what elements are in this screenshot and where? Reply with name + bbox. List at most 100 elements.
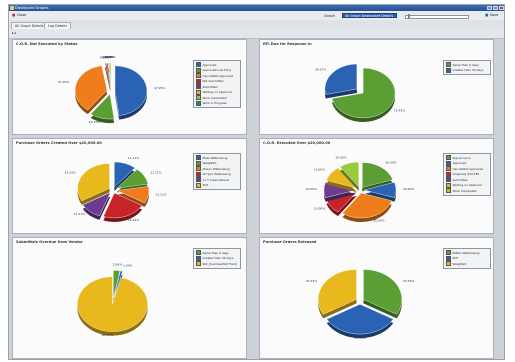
legend-item: Greater than 30 days bbox=[196, 255, 239, 262]
chart-legend: Same than 0 days Greater than 30 days Not_… bbox=[193, 248, 241, 269]
pie-data-label: 10.00% bbox=[314, 168, 326, 172]
pie-slice[interactable] bbox=[324, 63, 358, 95]
legend-swatch bbox=[446, 67, 451, 73]
pie-data-label: 33.33% bbox=[403, 279, 415, 283]
legend-item: SDT bbox=[196, 182, 239, 189]
slider-thumb[interactable] bbox=[408, 13, 410, 19]
pie-slice[interactable] bbox=[317, 269, 357, 315]
legend-label: Not_Overdue(Null Field) bbox=[202, 261, 237, 266]
graph-select[interactable]: All Graph Dashboard Details bbox=[342, 13, 397, 18]
legend-label: Cancel/Not Approved bbox=[452, 166, 484, 171]
legend-swatch bbox=[196, 100, 201, 106]
graph-label: Graph bbox=[324, 14, 336, 18]
legend-label: Weighfart bbox=[452, 261, 467, 266]
save-icon: ■ bbox=[485, 13, 489, 17]
pie-slice[interactable] bbox=[114, 65, 148, 116]
legend-item: Greater than 30 days bbox=[446, 67, 489, 74]
legend-swatch bbox=[446, 171, 451, 177]
legend-swatch bbox=[446, 177, 451, 183]
pie-data-label: 12.33% bbox=[89, 120, 101, 124]
legend-swatch bbox=[446, 160, 451, 166]
chart-panel-po-released: Purchase Orders Released 33.33% 33.33% 33.… bbox=[259, 237, 494, 359]
close-button[interactable]: ■ Close bbox=[12, 13, 26, 18]
legend-swatch bbox=[196, 95, 201, 101]
legend-swatch bbox=[196, 177, 201, 183]
legend-swatch bbox=[446, 188, 451, 194]
chart-legend: Approved Approved-Low Time Cancel/Not Appr… bbox=[193, 60, 241, 108]
chart-legend: Patten Waferswing SDT Weighfart bbox=[443, 248, 491, 269]
legend-label: Not Submitted bbox=[202, 79, 224, 84]
expand-icon: ▸ ▸ bbox=[12, 31, 17, 35]
legend-label: Work Completed bbox=[452, 188, 477, 193]
legend-label: Allison Waferswing bbox=[202, 166, 230, 171]
close-window-button[interactable] bbox=[499, 6, 504, 10]
legend-swatch bbox=[196, 67, 201, 73]
pie-data-label: 11.11% bbox=[155, 193, 167, 197]
legend-label: Same than 0 days bbox=[452, 62, 479, 67]
chart-panel-cor-not-executed: C.O.R. Not Executed by Status 47.95% 12.3… bbox=[12, 39, 247, 135]
minimize-button[interactable] bbox=[487, 6, 492, 10]
panel-title: Purchase Orders Released bbox=[263, 240, 317, 244]
legend-swatch bbox=[446, 155, 451, 161]
pie-chart: 33.33% 33.33% 33.33% bbox=[306, 269, 415, 340]
legend-swatch bbox=[446, 166, 451, 172]
legend-label: Work in Progress bbox=[202, 101, 227, 106]
legend-swatch bbox=[196, 182, 201, 188]
legend-swatch bbox=[196, 84, 201, 90]
pie-data-label: 10.00% bbox=[335, 156, 347, 160]
legend-swatch bbox=[196, 171, 201, 177]
legend-swatch bbox=[196, 78, 201, 84]
legend-label: Approved bbox=[452, 161, 467, 166]
legend-item: Not_Overdue(Null Field) bbox=[196, 261, 239, 267]
chart-panel-rfi-due: RFI Due for Response in 71.43% 28.57% Sam… bbox=[259, 39, 494, 135]
expander-bar[interactable]: ▸ ▸ bbox=[9, 29, 504, 39]
legend-label: Mass Waferswing bbox=[202, 155, 228, 160]
legend-item: Cancel/Not Approved bbox=[196, 73, 239, 79]
panel-title: C.O.R. Not Executed by Status bbox=[16, 42, 78, 46]
pie-data-label: 71.43% bbox=[394, 109, 406, 113]
pie-data-label: 22.22% bbox=[128, 218, 140, 222]
legend-swatch bbox=[196, 261, 201, 267]
legend-label: Waiting on Approval bbox=[202, 90, 232, 95]
panel-title: RFI Due for Response in bbox=[263, 42, 312, 46]
pie-data-label: 1.00% bbox=[123, 263, 133, 267]
tab-strip: All Graph Details Log Details bbox=[9, 20, 504, 30]
pie-data-label: 2.99% bbox=[113, 263, 123, 267]
legend-swatch bbox=[446, 255, 451, 261]
save-button[interactable]: ■ Save bbox=[485, 13, 498, 18]
legend-label: AH Iyer Waferswing bbox=[202, 172, 231, 177]
legend-label: Signed upon bbox=[452, 155, 471, 160]
legend-label: Originally $34,786 bbox=[452, 172, 480, 177]
pie-slice[interactable] bbox=[77, 276, 148, 332]
panel-title: Submittals Overdue from Vendor bbox=[16, 240, 83, 244]
legend-swatch bbox=[196, 166, 201, 172]
pie-data-label: 33.33% bbox=[306, 279, 318, 283]
pie-data-label: 11.11% bbox=[74, 212, 86, 216]
chart-legend: Same than 0 days Greater than 30 days bbox=[443, 60, 491, 75]
legend-swatch bbox=[446, 261, 451, 267]
pie-data-label: 11.11% bbox=[128, 156, 140, 160]
legend-swatch bbox=[196, 62, 201, 68]
maximize-button[interactable] bbox=[493, 6, 498, 10]
legend-label: Same than 0 days bbox=[202, 250, 229, 255]
dashboard-window: Dashboard Graphs ■ Close Graph All Graph… bbox=[8, 4, 505, 360]
legend-swatch bbox=[196, 255, 201, 261]
pie-data-label: 10.00% bbox=[314, 206, 326, 210]
legend-label: SDT bbox=[452, 256, 459, 261]
legend-item: Cancel/Not Approved bbox=[446, 166, 489, 172]
slider-track[interactable] bbox=[405, 15, 469, 19]
pie-slice[interactable] bbox=[363, 269, 403, 315]
pie-data-label: 0.00% bbox=[106, 55, 116, 59]
legend-label: Patten Waferswing bbox=[452, 250, 480, 255]
legend-label: Submitted bbox=[452, 177, 468, 182]
pie-data-label: 20.00% bbox=[385, 160, 397, 164]
pie-data-label: 10.00% bbox=[403, 187, 415, 191]
legend-label: Approved bbox=[202, 62, 217, 67]
pie-chart: 71.43% 28.57% bbox=[315, 63, 406, 122]
legend-label: Cancel/Not Approved bbox=[202, 73, 234, 78]
pie-data-label: 47.95% bbox=[154, 86, 166, 90]
panel-title: Purchase Orders Created Over $20,000.00 bbox=[16, 141, 102, 145]
legend-item: Weighfart bbox=[446, 261, 489, 267]
pie-data-label: 30.00% bbox=[373, 218, 385, 222]
legend-label: Greater than 30 days bbox=[452, 68, 484, 73]
